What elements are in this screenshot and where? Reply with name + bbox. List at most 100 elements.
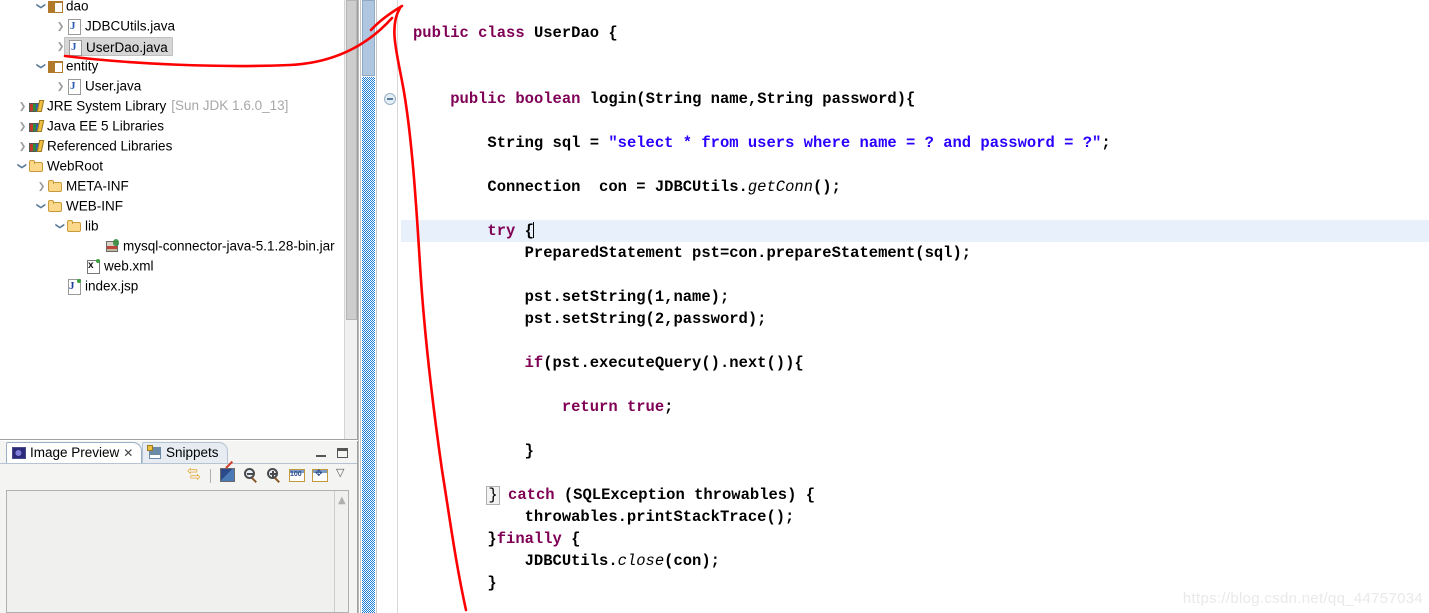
minimize-icon[interactable] xyxy=(314,446,330,460)
tree-item-lib[interactable]: ❯ lib xyxy=(0,216,344,236)
editor-gutter[interactable] xyxy=(379,0,401,613)
tree-item-webroot[interactable]: ❯ WebRoot xyxy=(0,156,344,176)
tree-item-dao[interactable]: ❯ dao xyxy=(0,0,344,16)
tree-item-content[interactable]: entity xyxy=(47,58,98,74)
code-token: } xyxy=(413,442,534,460)
code-line[interactable]: try { xyxy=(401,220,1429,242)
tree-item-content[interactable]: Referenced Libraries xyxy=(28,138,172,153)
code-line[interactable]: } xyxy=(401,440,1429,462)
code-line[interactable] xyxy=(401,198,1429,220)
tree-item-content[interactable]: JDBCUtils.java xyxy=(66,18,175,36)
code-line[interactable]: JDBCUtils.close(con); xyxy=(401,550,1429,572)
code-content[interactable]: public class UserDao { public boolean lo… xyxy=(401,0,1429,613)
chevron-right-icon[interactable]: ❯ xyxy=(55,76,66,96)
code-line[interactable]: return true; xyxy=(401,396,1429,418)
tree-item-referenced-libraries[interactable]: ❯ Referenced Libraries xyxy=(0,136,344,156)
tree-item-web-xml[interactable]: web.xml xyxy=(0,256,344,276)
panel-divider[interactable] xyxy=(358,0,378,613)
code-line[interactable] xyxy=(401,66,1429,88)
image-preview-canvas[interactable]: ▲ xyxy=(6,490,349,613)
tree-item-mysql-connector-java-5-1-28-bin-jar[interactable]: mysql-connector-java-5.1.28-bin.jar xyxy=(0,236,344,256)
tree-item-user-java[interactable]: ❯ User.java xyxy=(0,76,344,96)
tree-item-content[interactable]: lib xyxy=(66,218,99,233)
tree-item-content[interactable]: Java EE 5 Libraries xyxy=(28,118,164,133)
close-icon[interactable]: ✕ xyxy=(123,443,135,463)
scroll-up-icon[interactable]: ▲ xyxy=(338,495,346,506)
code-line[interactable] xyxy=(401,0,1429,22)
code-line[interactable] xyxy=(401,110,1429,132)
tree-item-userdao-java[interactable]: ❯UserDao.java xyxy=(0,36,344,57)
code-line[interactable]: } catch (SQLException throwables) { xyxy=(401,484,1429,506)
folder-icon xyxy=(47,178,63,194)
chevron-right-icon[interactable]: ❯ xyxy=(55,16,66,36)
editor-scrollbar-dither xyxy=(362,77,375,613)
tree-item-jdbcutils-java[interactable]: ❯ JDBCUtils.java xyxy=(0,16,344,36)
chevron-right-icon[interactable]: ❯ xyxy=(17,116,28,136)
code-line[interactable]: }finally { xyxy=(401,528,1429,550)
code-line[interactable]: throwables.printStackTrace(); xyxy=(401,506,1429,528)
fit-to-window-icon[interactable] xyxy=(311,467,330,485)
view-menu-chevron-icon[interactable] xyxy=(334,466,353,485)
tree-item-java-ee-5-libraries[interactable]: ❯ Java EE 5 Libraries xyxy=(0,116,344,136)
explorer-vertical-scrollbar[interactable] xyxy=(344,0,357,439)
chevron-right-icon[interactable]: ❯ xyxy=(36,176,47,196)
tree-item-content[interactable]: META-INF xyxy=(47,178,129,193)
chevron-right-icon[interactable]: ❯ xyxy=(17,136,28,156)
code-line[interactable] xyxy=(401,374,1429,396)
code-token: String sql = xyxy=(413,134,609,152)
tree-item-content[interactable]: WebRoot xyxy=(28,158,103,173)
package-explorer-panel[interactable]: ❯dao❯JDBCUtils.java❯UserDao.java❯entity❯… xyxy=(0,0,358,440)
image-edit-icon[interactable] xyxy=(219,467,238,485)
image-preview-toolbar xyxy=(0,463,357,488)
tree-item-entity[interactable]: ❯ entity xyxy=(0,56,344,76)
code-line[interactable]: pst.setString(2,password); xyxy=(401,308,1429,330)
code-line[interactable] xyxy=(401,154,1429,176)
tree-item-content[interactable]: mysql-connector-java-5.1.28-bin.jar xyxy=(104,238,335,253)
tree-item-label: dao xyxy=(66,0,89,14)
tree-item-content[interactable]: dao xyxy=(47,0,89,14)
editor-scrollbar-thumb[interactable] xyxy=(362,0,375,76)
tree-item-content[interactable]: web.xml xyxy=(85,258,154,275)
tree-item-jre-system-library[interactable]: ❯ JRE System Library [Sun JDK 1.6.0_13] xyxy=(0,96,344,116)
maximize-icon[interactable] xyxy=(335,446,351,460)
tab-snippets[interactable]: Snippets xyxy=(142,442,228,463)
code-line[interactable]: pst.setString(1,name); xyxy=(401,286,1429,308)
code-line[interactable]: String sql = "select * from users where … xyxy=(401,132,1429,154)
tree-item-content[interactable]: User.java xyxy=(66,78,141,96)
tree-item-content[interactable]: WEB-INF xyxy=(47,198,123,213)
code-line[interactable]: public class UserDao { xyxy=(401,22,1429,44)
code-line[interactable] xyxy=(401,44,1429,66)
tree-item-selected[interactable]: UserDao.java xyxy=(64,36,173,57)
actual-size-icon[interactable] xyxy=(288,467,307,485)
sync-icon[interactable] xyxy=(187,463,206,485)
tab-image-preview-label: Image Preview xyxy=(30,445,120,460)
zoom-out-icon[interactable] xyxy=(242,467,261,485)
code-line[interactable]: PreparedStatement pst=con.prepareStateme… xyxy=(401,242,1429,264)
code-token: (pst.executeQuery().next()){ xyxy=(543,354,804,372)
code-line[interactable] xyxy=(401,418,1429,440)
fold-collapse-icon[interactable] xyxy=(384,93,396,105)
tree-item-meta-inf[interactable]: ❯ META-INF xyxy=(0,176,344,196)
project-tree[interactable]: ❯dao❯JDBCUtils.java❯UserDao.java❯entity❯… xyxy=(0,0,344,296)
image-preview-view[interactable]: Image Preview✕ Snippets ▲ xyxy=(0,441,358,613)
tree-item-web-inf[interactable]: ❯ WEB-INF xyxy=(0,196,344,216)
zoom-in-icon[interactable] xyxy=(265,467,284,485)
code-line[interactable] xyxy=(401,330,1429,352)
code-line[interactable]: Connection con = JDBCUtils.getConn(); xyxy=(401,176,1429,198)
library-icon xyxy=(28,118,44,134)
code-editor[interactable]: public class UserDao { public boolean lo… xyxy=(379,0,1429,613)
code-line[interactable] xyxy=(401,264,1429,286)
code-line[interactable]: public boolean login(String name,String … xyxy=(401,88,1429,110)
code-token: UserDao { xyxy=(533,24,618,42)
tree-item-content[interactable]: JRE System Library [Sun JDK 1.6.0_13] xyxy=(28,98,288,113)
tree-item-index-jsp[interactable]: index.jsp xyxy=(0,276,344,296)
code-line[interactable] xyxy=(401,462,1429,484)
chevron-right-icon[interactable]: ❯ xyxy=(17,96,28,116)
tab-image-preview[interactable]: Image Preview ✕ xyxy=(6,442,143,463)
tree-item-label: UserDao.java xyxy=(86,39,168,55)
tree-item-content[interactable]: index.jsp xyxy=(66,278,138,296)
preview-vertical-scrollbar[interactable]: ▲ xyxy=(334,491,348,612)
explorer-scrollbar-thumb[interactable] xyxy=(346,0,357,320)
code-line[interactable]: if(pst.executeQuery().next()){ xyxy=(401,352,1429,374)
